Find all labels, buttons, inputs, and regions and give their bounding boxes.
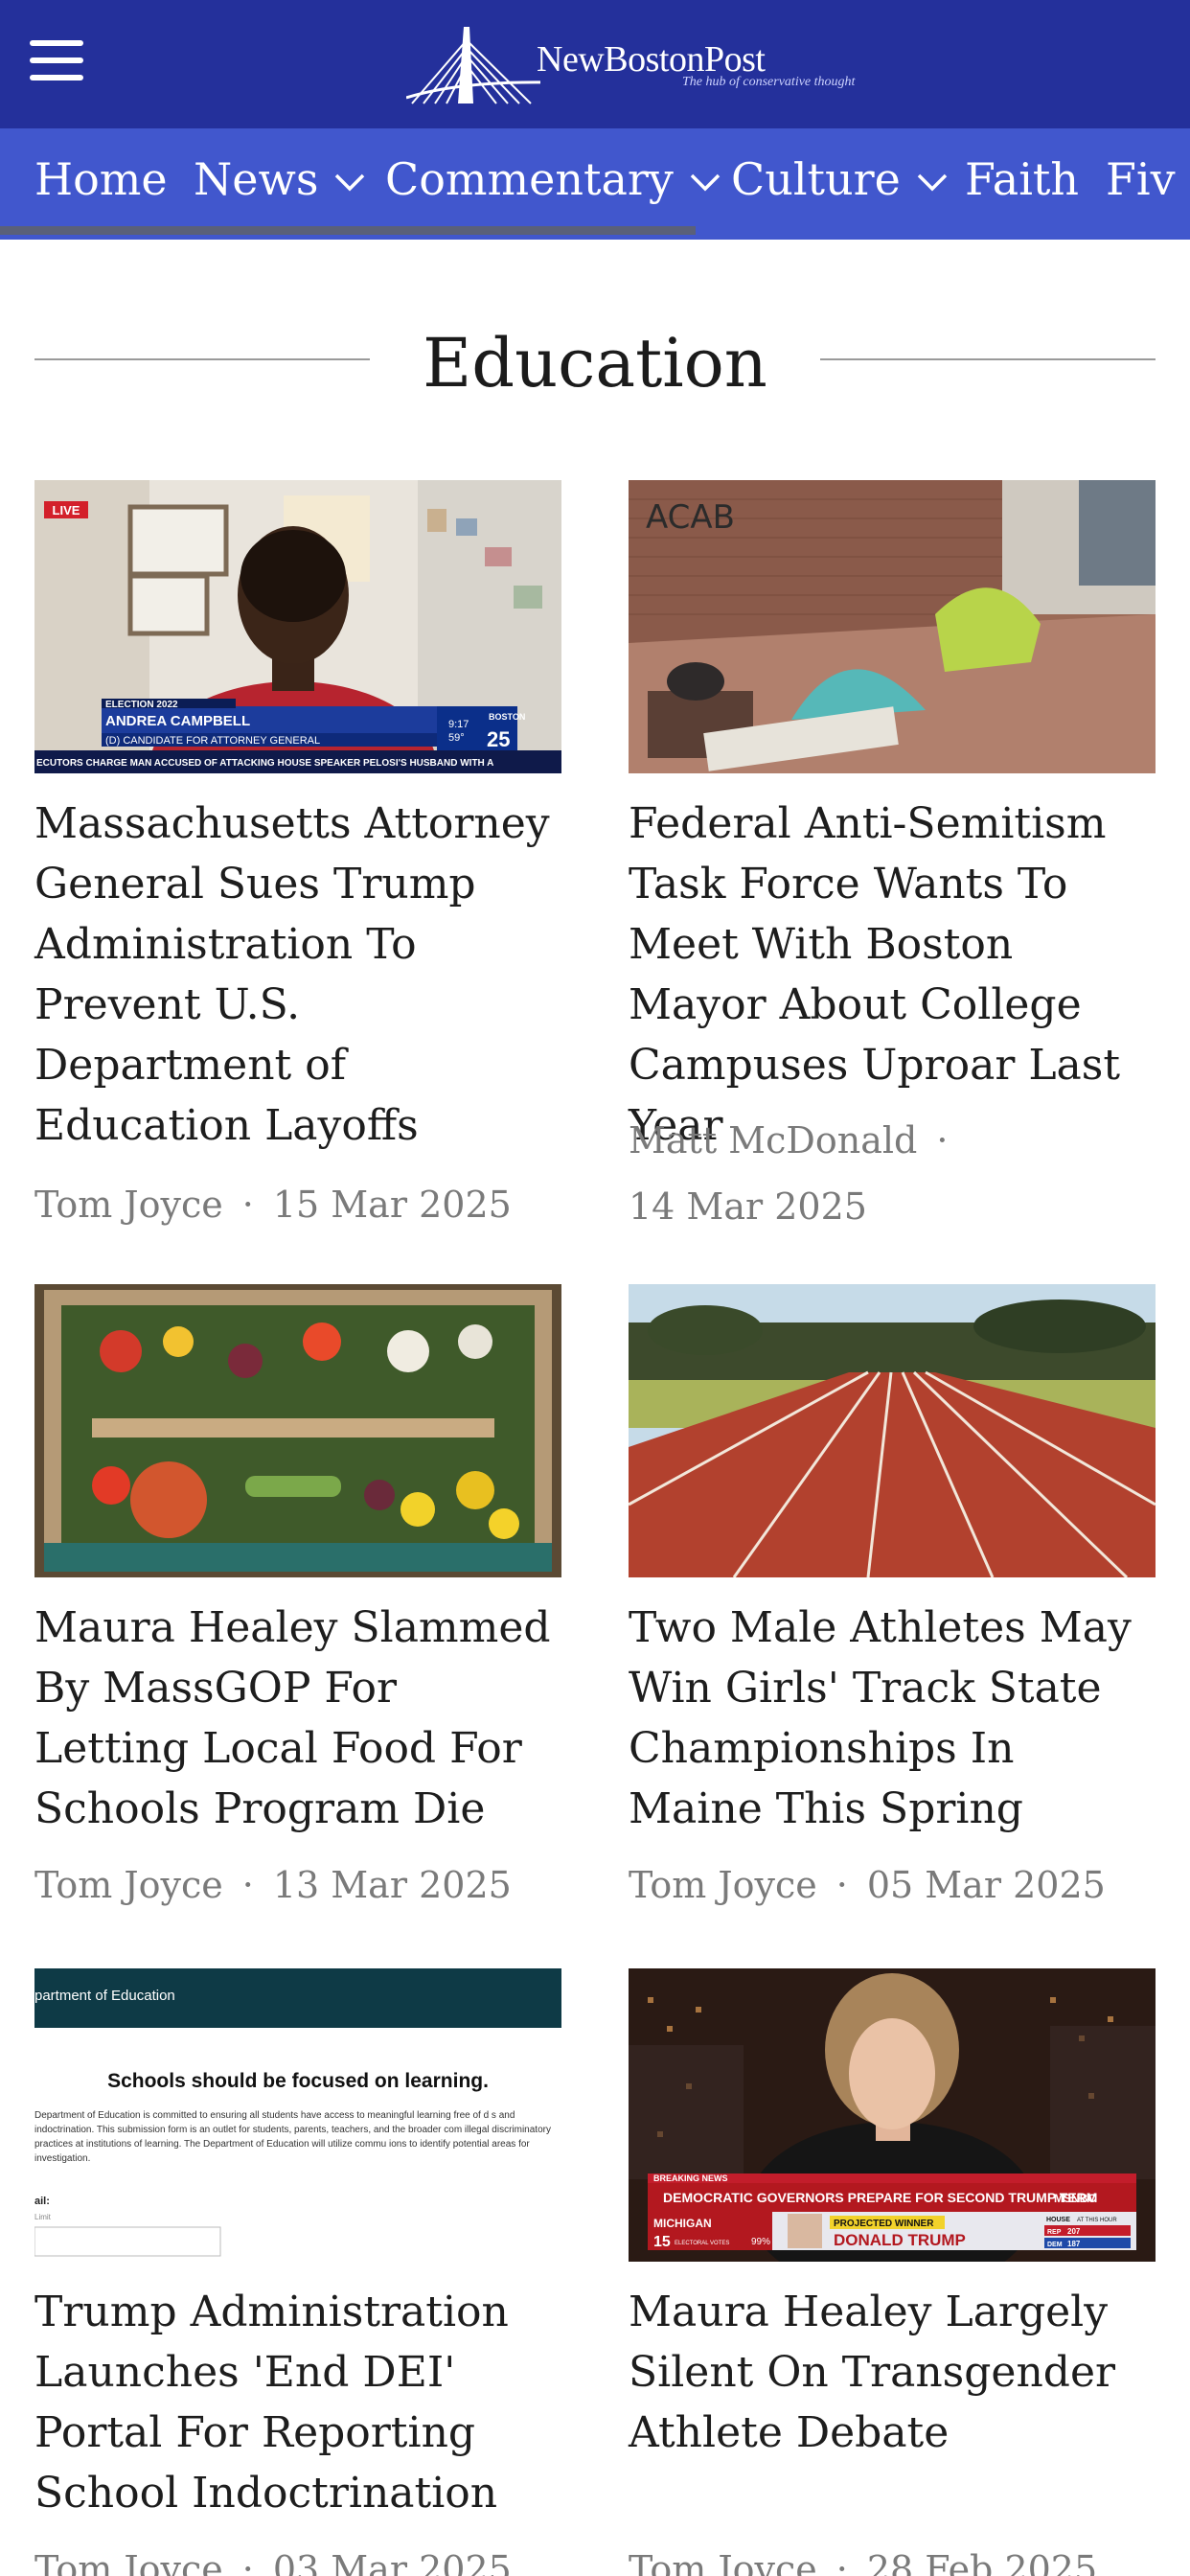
nav-label: Commentary	[385, 153, 674, 205]
tv-breaking: BREAKING NEWS	[653, 2174, 728, 2183]
doe-banner: partment of Education	[34, 1988, 175, 2004]
tv-pct: 99%	[751, 2237, 770, 2247]
main-nav: Home News Commentary Culture Faith Fiv	[0, 128, 1190, 240]
article-thumbnail[interactable]: ACAB	[629, 480, 1156, 773]
article-date: 05 Mar 2025	[866, 1864, 1106, 1906]
article-card: Two Male Athletes May Win Girls' Track S…	[629, 1284, 1156, 1936]
chevron-down-icon	[335, 173, 365, 192]
nav-label: Fiv	[1106, 153, 1176, 205]
site-logo[interactable]: NewBostonPost The hub of conservative th…	[406, 23, 855, 107]
tv-ticker: ECUTORS CHARGE MAN ACCUSED OF ATTACKING …	[36, 758, 493, 769]
nav-scroll-indicator[interactable]	[0, 226, 696, 235]
article-byline: Tom Joyce · 03 Mar 2025	[34, 2538, 512, 2576]
nav-label: Culture	[731, 153, 901, 205]
article-headline[interactable]: Federal Anti-Semitism Task Force Wants T…	[629, 794, 1156, 1156]
nav-culture[interactable]: Culture	[731, 153, 949, 205]
doe-body: Department of Education is committed to …	[34, 2110, 551, 2164]
tv-channel: 25	[487, 727, 510, 751]
tv-role: (D) CANDIDATE FOR ATTORNEY GENERAL	[105, 735, 320, 747]
nav-label: Home	[34, 153, 168, 205]
tv-network: MSNBC	[1054, 2192, 1096, 2205]
site-tagline: The hub of conservative thought	[682, 75, 856, 89]
article-author[interactable]: Tom Joyce	[34, 2548, 223, 2576]
doe-field-label: ail:	[34, 2196, 50, 2207]
section-title: Education	[423, 324, 767, 402]
article-byline: Tom Joyce · 13 Mar 2025	[34, 1853, 512, 1917]
byline-separator: ·	[936, 1119, 949, 1162]
tv-winner: DONALD TRUMP	[834, 2231, 966, 2249]
chevron-down-icon	[690, 173, 721, 192]
byline-separator: ·	[241, 1864, 254, 1906]
article-headline[interactable]: Massachusetts Attorney General Sues Trum…	[34, 794, 561, 1156]
article-thumbnail[interactable]	[629, 1284, 1156, 1577]
tv-name: ANDREA CAMPBELL	[105, 713, 250, 729]
nav-label: Faith	[965, 153, 1080, 205]
nav-home[interactable]: Home	[34, 153, 168, 205]
byline-separator: ·	[835, 2548, 848, 2576]
article-thumbnail[interactable]: LIVE ELECTION 2022 ANDREA CAMPBELL (D) C…	[34, 480, 561, 773]
article-thumbnail[interactable]: BREAKING NEWS DEMOCRATIC GOVERNORS PREPA…	[629, 1968, 1156, 2262]
article-author[interactable]: Tom Joyce	[34, 1184, 223, 1226]
article-date: 14 Mar 2025	[629, 1185, 867, 1228]
graffiti-text: ACAB	[646, 498, 735, 537]
menu-icon[interactable]	[30, 40, 83, 80]
article-date: 15 Mar 2025	[272, 1184, 512, 1226]
tv-station: BOSTON	[489, 712, 525, 722]
article-byline: Matt McDonald ·	[629, 1109, 967, 1172]
article-author[interactable]: Tom Joyce	[629, 1864, 817, 1906]
live-badge: LIVE	[53, 503, 80, 518]
tv-temp: 59°	[448, 732, 465, 744]
article-headline[interactable]: Maura Healey Largely Silent On Transgend…	[629, 2282, 1156, 2463]
nav-label: News	[194, 153, 319, 205]
article-byline: Tom Joyce · 28 Feb 2025	[629, 2538, 1097, 2576]
section-header: Education	[34, 324, 1156, 410]
article-date: 28 Feb 2025	[866, 2548, 1098, 2576]
doe-field-hint: Limit	[34, 2213, 52, 2221]
tv-state: MICHIGAN	[653, 2217, 712, 2230]
tv-election-label: ELECTION 2022	[105, 700, 178, 710]
doe-heading: Schools should be focused on learning.	[107, 2070, 489, 2092]
article-date: 13 Mar 2025	[272, 1864, 512, 1906]
article-date: 03 Mar 2025	[272, 2548, 512, 2576]
article-card: LIVE ELECTION 2022 ANDREA CAMPBELL (D) C…	[34, 480, 561, 1247]
article-byline: Tom Joyce · 05 Mar 2025	[629, 1853, 1106, 1917]
article-author[interactable]: Matt McDonald	[629, 1119, 917, 1162]
site-header: NewBostonPost The hub of conservative th…	[0, 0, 1190, 128]
byline-separator: ·	[241, 2548, 254, 2576]
tv-at-this-hour: AT THIS HOUR	[1077, 2218, 1117, 2223]
article-card: BREAKING NEWS DEMOCRATIC GOVERNORS PREPA…	[629, 1968, 1156, 2576]
tv-electoral-label: ELECTORAL VOTES	[675, 2241, 729, 2246]
article-card: ACAB Federal Anti-Semitism Task Force Wa…	[629, 480, 1156, 1247]
nav-five[interactable]: Fiv	[1106, 153, 1176, 205]
article-author[interactable]: Tom Joyce	[629, 2548, 817, 2576]
nav-news[interactable]: News	[194, 153, 366, 205]
tv-electoral: 15	[653, 2234, 671, 2250]
nav-faith[interactable]: Faith	[965, 153, 1079, 205]
byline-separator: ·	[835, 1864, 848, 1906]
article-headline[interactable]: Maura Healey Slammed By MassGOP For Lett…	[34, 1598, 561, 1839]
tv-house: HOUSE	[1046, 2217, 1070, 2223]
tv-banner: DEMOCRATIC GOVERNORS PREPARE FOR SECOND …	[663, 2190, 1097, 2205]
tv-dem-label: DEM	[1047, 2242, 1063, 2248]
nav-commentary[interactable]: Commentary	[385, 153, 721, 205]
bridge-logo-icon	[406, 27, 540, 104]
article-author[interactable]: Tom Joyce	[34, 1864, 223, 1906]
chevron-down-icon	[917, 173, 948, 192]
article-card: partment of Education Schools should be …	[34, 1968, 561, 2576]
article-thumbnail[interactable]: partment of Education Schools should be …	[34, 1968, 561, 2262]
article-thumbnail[interactable]	[34, 1284, 561, 1577]
article-headline[interactable]: Two Male Athletes May Win Girls' Track S…	[629, 1598, 1156, 1839]
tv-rep-label: REP	[1047, 2229, 1062, 2236]
tv-rep-count: 207	[1067, 2227, 1081, 2236]
byline-separator: ·	[241, 1184, 254, 1226]
article-byline: Tom Joyce · 15 Mar 2025	[34, 1173, 512, 1236]
article-headline[interactable]: Trump Administration Launches 'End DEI' …	[34, 2282, 561, 2523]
tv-dem-count: 187	[1067, 2240, 1081, 2248]
tv-projected: PROJECTED WINNER	[834, 2219, 934, 2229]
article-card: Maura Healey Slammed By MassGOP For Lett…	[34, 1284, 561, 1936]
tv-time: 9:17	[448, 719, 469, 730]
